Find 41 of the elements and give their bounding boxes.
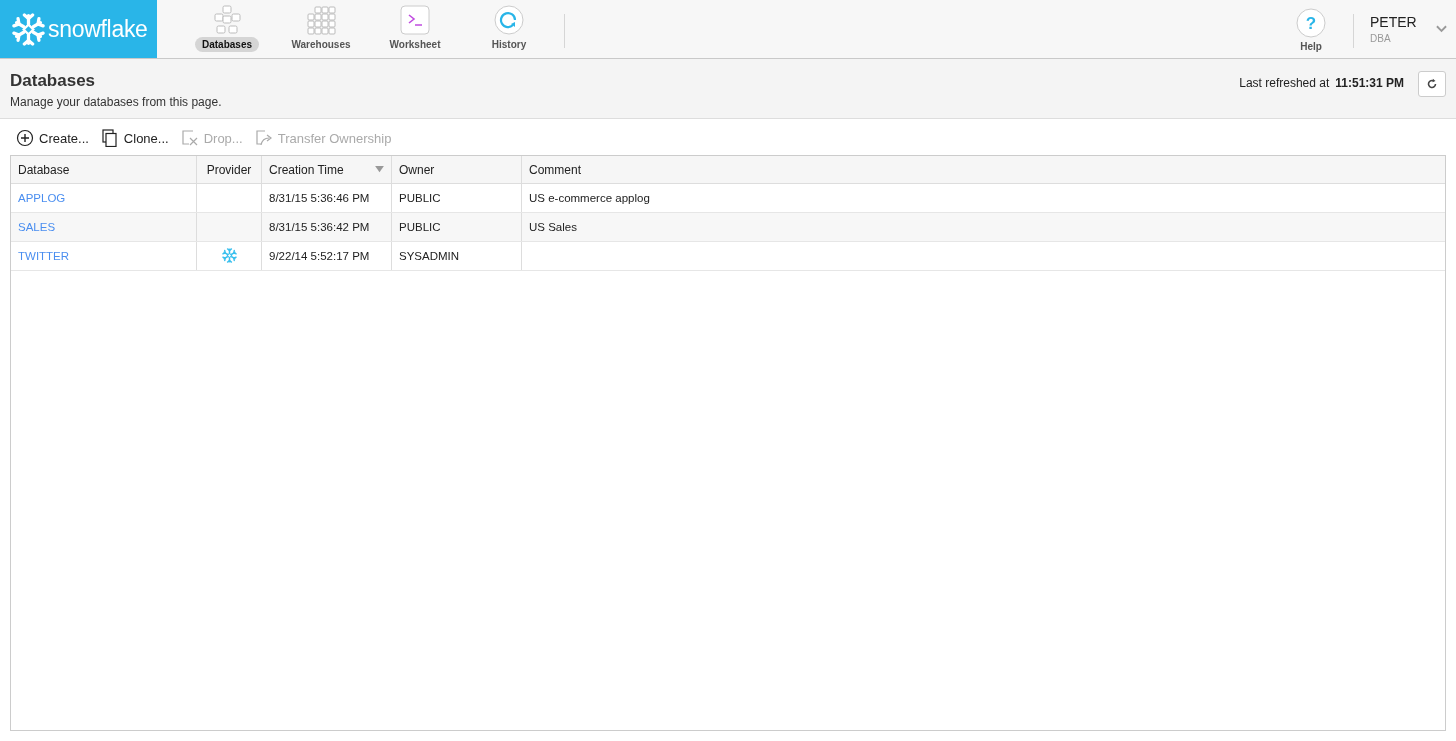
chevron-down-icon[interactable] [1436,25,1447,33]
nav-tab[interactable]: Databases [182,0,272,58]
table-cell: PUBLIC [391,212,522,242]
help-button[interactable]: ? Help [1281,0,1341,58]
page-title: Databases [10,71,97,91]
user-role: DBA [1370,33,1392,44]
toolbar-button[interactable]: Clone... [100,129,169,147]
column-header[interactable]: Comment [521,156,1445,184]
toolbar-button[interactable]: Create... [16,129,89,147]
terminal-icon [400,5,430,35]
help-icon: ? [1296,8,1326,38]
refresh-label: Last refreshed at [1239,76,1330,90]
nav-tab[interactable]: Worksheet [370,0,460,58]
database-tree-icon [212,5,242,35]
logo-text: snowflake [48,15,148,43]
table-cell: 8/31/15 5:36:46 PM [261,183,392,213]
refresh-icon [1425,77,1439,91]
snowflake-icon [221,247,237,263]
column-header[interactable]: Provider [196,156,262,184]
nav-tab[interactable]: History [464,0,554,58]
column-header[interactable]: Owner [391,156,522,184]
refresh-button[interactable] [1418,71,1446,97]
refresh-time: 11:51:31 PM [1335,76,1404,90]
transfer-arrow-icon [254,129,273,147]
delete-icon [180,129,199,147]
snowflake-icon [12,12,45,46]
table-cell: 8/31/15 5:36:42 PM [261,212,392,242]
column-header[interactable]: Database [11,156,197,184]
grid-icon [306,5,336,35]
column-header[interactable]: Creation Time [261,156,392,184]
table-cell: SYSADMIN [391,241,522,271]
history-icon [494,5,524,35]
table-cell: 9/22/14 5:52:17 PM [261,241,392,271]
table-cell: PUBLIC [391,183,522,213]
nav-tab[interactable]: Warehouses [276,0,366,58]
page-subtitle: Manage your databases from this page. [10,95,222,109]
user-name: PETER [1370,14,1418,30]
table-cell: US Sales [521,212,1445,242]
table-cell: US e-commerce applog [521,183,1445,213]
copy-icon [100,129,119,147]
plus-circle-icon [16,129,34,147]
